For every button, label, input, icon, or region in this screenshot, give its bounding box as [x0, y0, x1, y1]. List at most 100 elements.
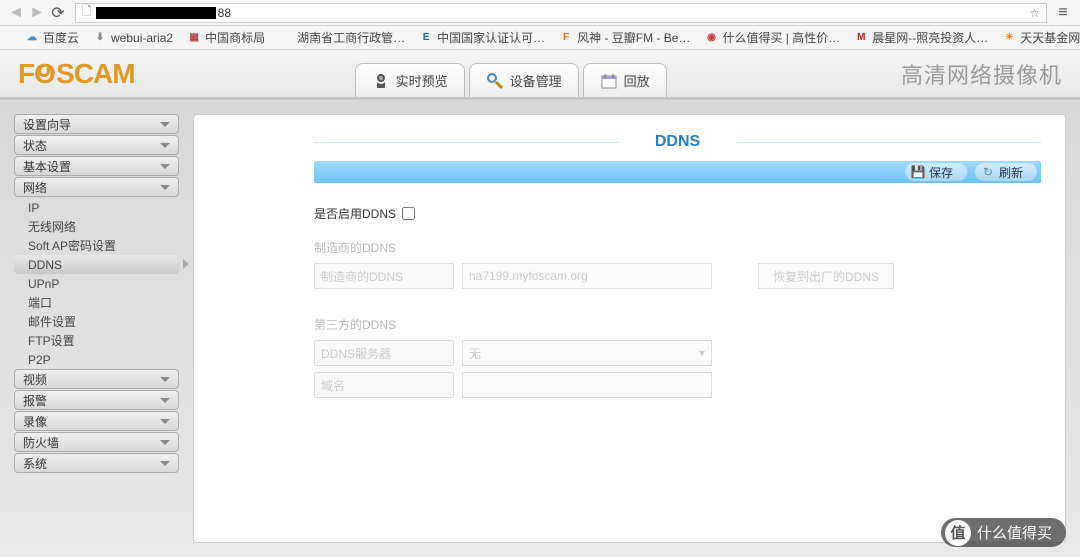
globe-icon: 🗋 [82, 2, 92, 23]
bookmark-favicon: ▦ [187, 31, 201, 45]
calendar-icon [600, 72, 618, 90]
save-button[interactable]: 💾 保存 [905, 163, 967, 181]
bookmark-favicon [279, 31, 293, 45]
ddns-form: 是否启用DDNS 制造商的DDNS 制造商的DDNS ha7199.myfosc… [314, 197, 1041, 401]
sidebar-item-端口[interactable]: 端口 [14, 293, 179, 312]
sidebar-group-录像[interactable]: 录像 [14, 411, 179, 431]
bookmark-item[interactable]: E 中国国家认证认可… [419, 29, 545, 46]
enable-label: 是否启用DDNS [314, 205, 396, 222]
sidebar-item-IP[interactable]: IP [14, 198, 179, 217]
main-tabs: 实时预览 设备管理 回放 [355, 50, 667, 97]
domain-input [462, 372, 712, 398]
sidebar-group-网络[interactable]: 网络 [14, 177, 179, 197]
back-button[interactable]: ◄ [6, 3, 26, 23]
sidebar: 设置向导状态基本设置网络 IP无线网络Soft AP密码设置DDNSUPnP端口邮… [14, 114, 179, 543]
bookmark-label: 湖南省工商行政管… [297, 29, 405, 46]
sidebar-group-基本设置[interactable]: 基本设置 [14, 156, 179, 176]
sidebar-group-label: 报警 [23, 392, 47, 409]
sidebar-group-设置向导[interactable]: 设置向导 [14, 114, 179, 134]
chevron-down-icon [160, 164, 170, 169]
forward-button[interactable]: ► [27, 3, 47, 23]
sidebar-item-邮件设置[interactable]: 邮件设置 [14, 312, 179, 331]
app-header: FOSCAM 实时预览 设备管理 回放 高清网络摄像机 [0, 50, 1080, 98]
bookmark-favicon: F [559, 31, 573, 45]
bookmark-item[interactable]: F风神 - 豆瓣FM - Be… [559, 29, 690, 46]
menu-button[interactable]: ≡ [1053, 3, 1073, 23]
section-manufacturer: 制造商的DDNS [314, 239, 1041, 256]
sidebar-group-label: 录像 [23, 413, 47, 430]
sidebar-item-FTP设置[interactable]: FTP设置 [14, 331, 179, 350]
bookmark-label: 中国国家认证认可… [437, 29, 545, 46]
watermark-icon: 值 [945, 520, 971, 546]
tab-device-management[interactable]: 设备管理 [469, 63, 579, 97]
bookmark-item[interactable]: 湖南省工商行政管… [279, 29, 405, 46]
sidebar-group-label: 基本设置 [23, 158, 71, 175]
sidebar-group-报警[interactable]: 报警 [14, 390, 179, 410]
sidebar-group-防火墙[interactable]: 防火墙 [14, 432, 179, 452]
domain-row: 域名 [314, 369, 1041, 401]
domain-label: 域名 [314, 372, 454, 398]
sidebar-item-P2P[interactable]: P2P [14, 350, 179, 369]
tab-label: 设备管理 [510, 71, 562, 90]
tab-live-preview[interactable]: 实时预览 [355, 63, 465, 97]
chevron-down-icon [160, 398, 170, 403]
tab-label: 实时预览 [396, 71, 448, 90]
chevron-down-icon [160, 419, 170, 424]
bookmark-item[interactable]: ▦ 中国商标局 [187, 29, 265, 46]
bookmark-item[interactable]: ☁ 百度云 [25, 29, 79, 46]
watermark-text: 什么值得买 [977, 522, 1052, 543]
browser-toolbar: ◄ ► ⟳ 🗋 88 ☆ ≡ [0, 0, 1080, 26]
bookmark-label: 什么值得买 | 高性价… [722, 29, 840, 46]
sidebar-group-label: 网络 [23, 179, 47, 196]
bookmark-favicon: M [854, 31, 868, 45]
sidebar-item-UPnP[interactable]: UPnP [14, 274, 179, 293]
app-title: 高清网络摄像机 [901, 58, 1062, 90]
bookmark-item[interactable]: ☀天天基金网 [1002, 29, 1080, 46]
sidebar-item-无线网络[interactable]: 无线网络 [14, 217, 179, 236]
sidebar-group-label: 状态 [23, 137, 47, 154]
bookmark-item[interactable]: M晨星网--照亮投资人… [854, 29, 988, 46]
bookmark-favicon: E [419, 31, 433, 45]
bookmark-favicon: ◉ [704, 31, 718, 45]
server-value: 无 [469, 345, 481, 362]
app-body: 设置向导状态基本设置网络 IP无线网络Soft AP密码设置DDNSUPnP端口邮… [0, 100, 1080, 557]
chevron-down-icon [160, 440, 170, 445]
sidebar-group-label: 视频 [23, 371, 47, 388]
reset-ddns-button: 恢复到出厂的DDNS [758, 263, 894, 289]
reload-button[interactable]: ⟳ [48, 3, 68, 23]
tab-playback[interactable]: 回放 [583, 63, 667, 97]
url-redacted [96, 7, 216, 19]
bookmark-item[interactable]: ⬇webui-aria2 [93, 31, 173, 45]
refresh-button[interactable]: ↻ 刷新 [975, 163, 1037, 181]
bookmark-label: 百度云 [43, 29, 79, 46]
chevron-down-icon [160, 461, 170, 466]
mfg-ddns-value: ha7199.myfoscam.org [462, 263, 712, 289]
chevron-down-icon [160, 377, 170, 382]
chevron-down-icon: ▾ [699, 346, 705, 360]
bookmark-favicon: ☀ [1002, 31, 1016, 45]
sidebar-group-系统[interactable]: 系统 [14, 453, 179, 473]
action-bar: 💾 保存 ↻ 刷新 [314, 161, 1041, 183]
sidebar-item-DDNS[interactable]: DDNS [14, 255, 179, 274]
watermark: 值 什么值得买 [941, 518, 1066, 547]
sidebar-group-状态[interactable]: 状态 [14, 135, 179, 155]
server-row: DDNS服务器 无 ▾ [314, 337, 1041, 369]
bookmark-star-icon[interactable]: ☆ [1029, 6, 1040, 20]
bookmark-label: webui-aria2 [111, 31, 173, 45]
logo: FOSCAM [18, 58, 135, 90]
tab-label: 回放 [624, 71, 650, 90]
bookmark-item[interactable]: ◉ 什么值得买 | 高性价… [704, 29, 840, 46]
enable-row: 是否启用DDNS [314, 197, 1041, 229]
gear-wrench-icon [486, 72, 504, 90]
sidebar-item-Soft AP密码设置[interactable]: Soft AP密码设置 [14, 236, 179, 255]
sidebar-group-视频[interactable]: 视频 [14, 369, 179, 389]
content-panel: DDNS 💾 保存 ↻ 刷新 是否启用DDNS 制造商的DDNS 制造商的DDN… [193, 114, 1066, 543]
save-icon: 💾 [911, 165, 925, 179]
bookmark-label: 中国商标局 [205, 29, 265, 46]
chevron-down-icon [160, 143, 170, 148]
enable-checkbox[interactable] [402, 207, 415, 220]
url-bar[interactable]: 🗋 88 ☆ [75, 3, 1047, 23]
save-label: 保存 [929, 164, 953, 181]
bookmark-favicon: ☁ [25, 31, 39, 45]
refresh-label: 刷新 [999, 164, 1023, 181]
